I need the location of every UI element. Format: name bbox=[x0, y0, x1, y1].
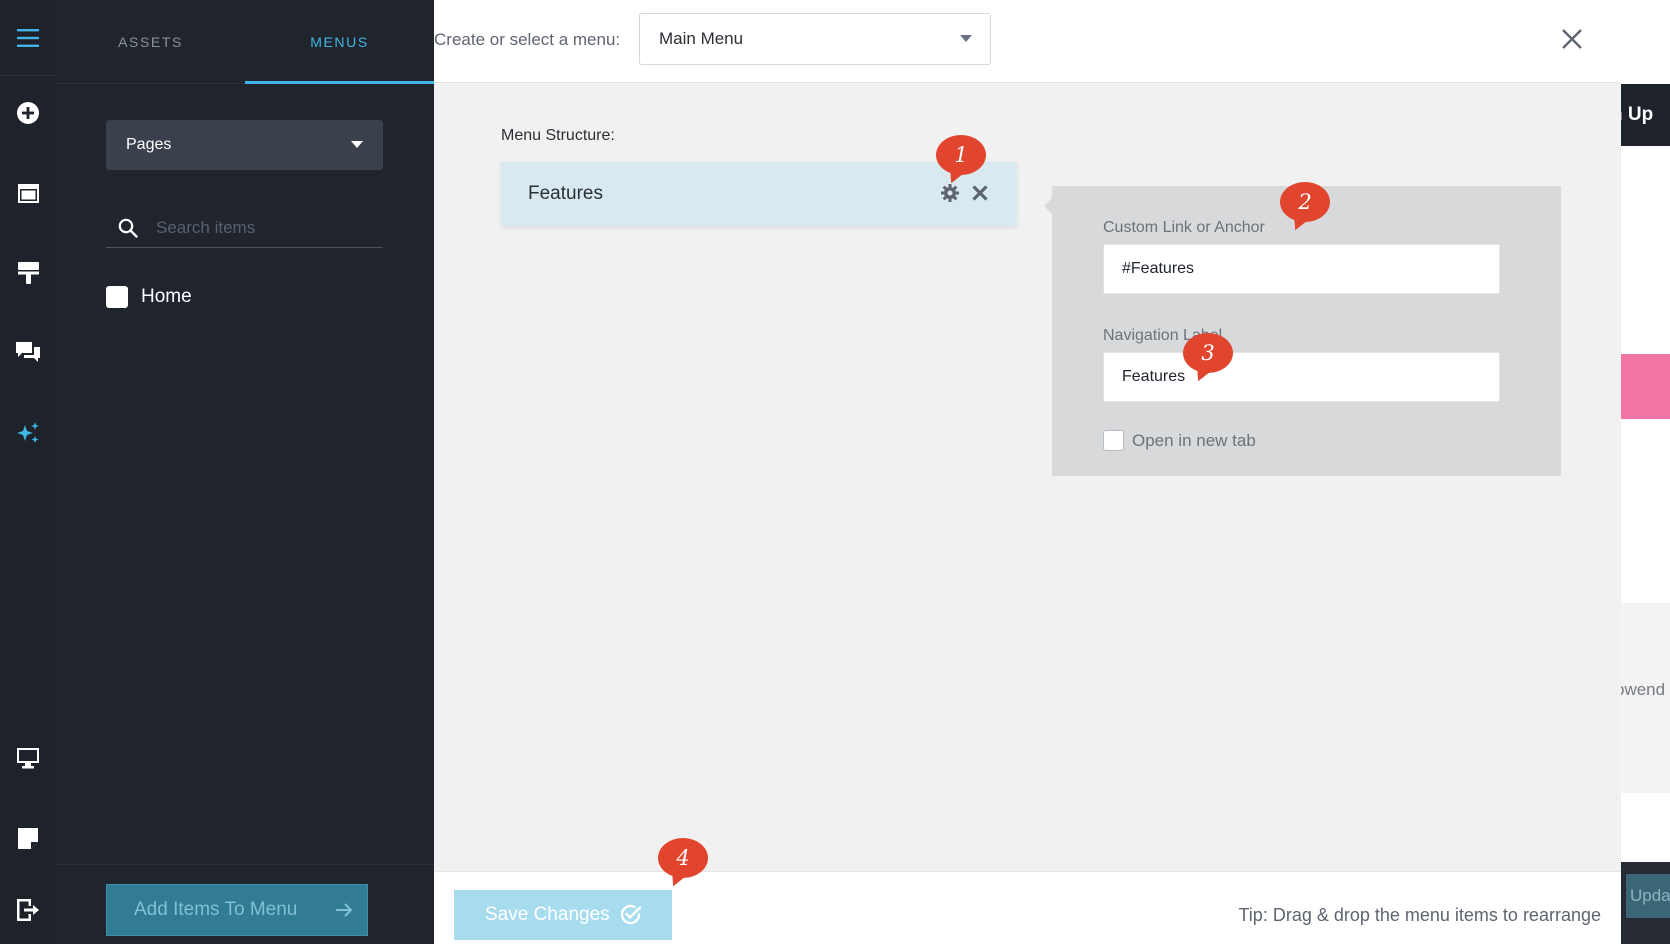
list-item-label: Home bbox=[141, 286, 192, 307]
annotation-bubble-4: 4 bbox=[658, 838, 708, 878]
item-checkbox[interactable] bbox=[106, 286, 128, 308]
sparkles-icon[interactable] bbox=[0, 411, 56, 455]
navigation-label-input[interactable] bbox=[1103, 352, 1500, 402]
gear-icon[interactable] bbox=[941, 184, 959, 208]
open-new-tab-label: Open in new tab bbox=[1132, 430, 1256, 450]
add-items-label: Add Items To Menu bbox=[134, 899, 298, 920]
caret-down-icon bbox=[960, 35, 972, 42]
caret-down-icon bbox=[351, 141, 363, 148]
menu-structure-item[interactable]: Features bbox=[501, 162, 1017, 226]
menu-item-settings: Custom Link or Anchor Navigation Label O… bbox=[1044, 186, 1561, 476]
annotation-bubble-1: 1 bbox=[936, 135, 986, 175]
menu-select-label: Create or select a menu: bbox=[434, 30, 621, 49]
search-box bbox=[106, 208, 383, 248]
window-icon[interactable] bbox=[0, 171, 56, 215]
source-dropdown[interactable]: Pages bbox=[106, 120, 383, 170]
search-input[interactable] bbox=[156, 214, 376, 242]
background-footer-bar: Upda bbox=[1621, 862, 1670, 944]
background-text: owend bbox=[1621, 680, 1666, 699]
monitor-icon[interactable] bbox=[0, 736, 56, 780]
sticky-note-icon[interactable] bbox=[0, 816, 56, 860]
background-update-button: Upda bbox=[1626, 874, 1670, 918]
annotation-bubble-3: 3 bbox=[1183, 333, 1233, 373]
modal-header: Create or select a menu: Main Menu bbox=[434, 0, 1621, 83]
icon-rail bbox=[0, 0, 56, 944]
source-dropdown-value: Pages bbox=[126, 136, 172, 153]
menu-select-value: Main Menu bbox=[659, 29, 744, 48]
background-signup-button: n Up bbox=[1621, 84, 1670, 146]
background-signup-text: n Up bbox=[1621, 104, 1654, 125]
menu-select[interactable]: Main Menu bbox=[639, 13, 991, 65]
exit-icon[interactable] bbox=[0, 888, 56, 932]
hamburger-icon[interactable] bbox=[0, 0, 56, 76]
custom-link-label: Custom Link or Anchor bbox=[1103, 219, 1265, 236]
search-icon bbox=[118, 218, 138, 243]
list-item[interactable]: Home bbox=[106, 285, 192, 309]
arrow-right-icon bbox=[335, 902, 353, 924]
paint-roller-icon[interactable] bbox=[0, 251, 56, 295]
drag-tip: Tip: Drag & drop the menu items to rearr… bbox=[1238, 905, 1601, 925]
check-circle-icon bbox=[620, 904, 642, 932]
custom-link-input[interactable] bbox=[1103, 244, 1500, 294]
tab-assets[interactable]: ASSETS bbox=[56, 0, 245, 84]
tab-menus[interactable]: MENUS bbox=[245, 0, 434, 84]
background-page: n Up owend Upda bbox=[1621, 0, 1670, 944]
left-panel: ASSETS MENUS Pages Home Add Items To Men… bbox=[56, 0, 434, 944]
annotation-bubble-2: 2 bbox=[1280, 182, 1330, 222]
delete-icon[interactable] bbox=[971, 184, 989, 208]
add-circle-icon[interactable] bbox=[0, 91, 56, 135]
chat-icon[interactable] bbox=[0, 331, 56, 375]
background-pink-block bbox=[1621, 354, 1670, 419]
save-changes-button[interactable]: Save Changes bbox=[454, 890, 672, 940]
save-changes-label: Save Changes bbox=[485, 904, 610, 925]
menu-structure-label: Menu Structure: bbox=[501, 127, 615, 144]
panel-footer: Add Items To Menu bbox=[56, 864, 434, 944]
menu-item-label: Features bbox=[528, 183, 603, 204]
close-icon[interactable] bbox=[1557, 24, 1587, 54]
modal-footer: Save Changes Tip: Drag & drop the menu i… bbox=[434, 871, 1621, 944]
open-new-tab-checkbox[interactable] bbox=[1103, 430, 1124, 451]
open-new-tab-toggle[interactable]: Open in new tab bbox=[1103, 430, 1256, 451]
panel-tabs: ASSETS MENUS bbox=[56, 0, 434, 84]
add-items-button[interactable]: Add Items To Menu bbox=[106, 884, 368, 936]
